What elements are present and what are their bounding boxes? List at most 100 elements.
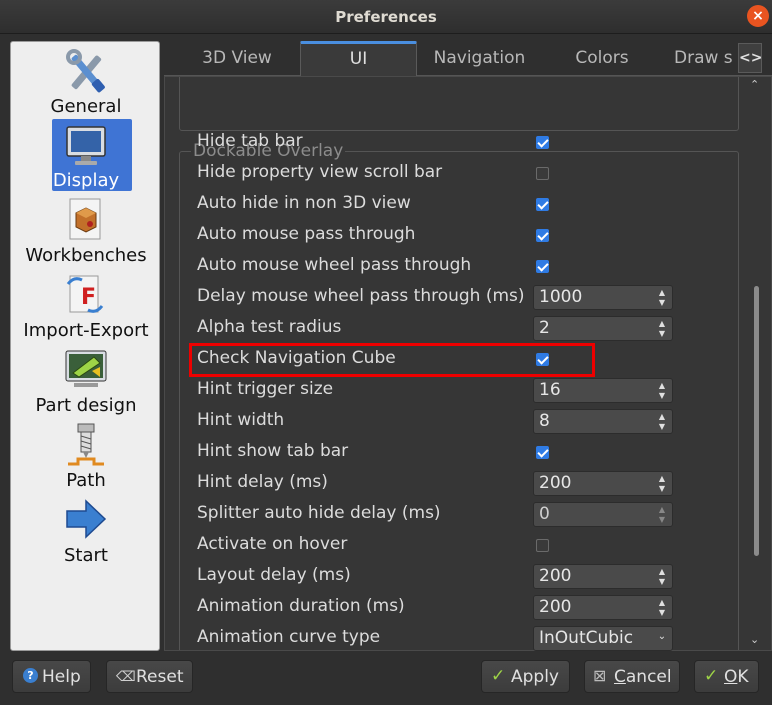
setting-label: Alpha test radius [197, 317, 342, 337]
setting-label: Hide property view scroll bar [197, 162, 443, 182]
tab-ui[interactable]: UI [300, 41, 417, 76]
setting-row-hide-scroll-bar: Hide property view scroll bar [197, 158, 717, 189]
tab-3d-view[interactable]: 3D View [174, 41, 300, 76]
previous-group-box [179, 77, 739, 131]
setting-label: Auto mouse wheel pass through [197, 255, 472, 275]
ok-mnemonic: O [724, 667, 738, 687]
spin-arrows-icon[interactable]: ▲ ▼ [657, 412, 667, 432]
spin-arrows-icon[interactable]: ▲ ▼ [657, 319, 667, 339]
sidebar-item-path[interactable]: Path [11, 418, 161, 492]
setting-label: Splitter auto hide delay (ms) [197, 503, 441, 523]
sidebar-item-general[interactable]: General [11, 44, 161, 118]
monitor-icon [66, 126, 106, 165]
vertical-scrollbar[interactable]: ⌃ ⌄ [746, 76, 766, 651]
spin-arrows-icon[interactable]: ▲ ▼ [657, 381, 667, 401]
sidebar-item-label: Part design [35, 395, 137, 416]
spin-arrows-icon[interactable]: ▲ ▼ [657, 474, 667, 494]
spinbox-value: 0 [539, 504, 550, 524]
ok-button[interactable]: ✓ OK [694, 660, 759, 693]
scroll-down-icon[interactable]: ⌄ [750, 633, 759, 646]
setting-row-hint-trigger-size: Hint trigger size 16 ▲ ▼ [197, 375, 717, 406]
highlight-annotation-box [189, 343, 595, 377]
help-icon: ? [23, 668, 38, 683]
spin-arrows-icon[interactable]: ▲ ▼ [657, 505, 667, 525]
sidebar-item-label: General [50, 96, 122, 117]
hint-width-spinbox[interactable]: 8 ▲ ▼ [533, 409, 673, 434]
spin-arrows-icon[interactable]: ▲ ▼ [657, 288, 667, 308]
setting-row-alpha-radius: Alpha test radius 2 ▲ ▼ [197, 313, 717, 344]
help-button[interactable]: ? Help [12, 660, 91, 693]
help-button-label: Help [42, 667, 81, 687]
activate-on-hover-checkbox[interactable] [536, 539, 549, 552]
tab-bar: 3D View UI Navigation Colors Draw s <> [164, 41, 772, 76]
setting-row-animation-duration: Animation duration (ms) 200 ▲ ▼ [197, 592, 717, 623]
check-icon: ✓ [704, 666, 719, 686]
setting-label: Hint trigger size [197, 379, 334, 399]
hint-show-tab-bar-checkbox[interactable] [536, 446, 549, 459]
setting-label: Layout delay (ms) [197, 565, 351, 585]
path-icon [68, 423, 104, 466]
scrollbar-thumb[interactable] [754, 286, 759, 556]
spinbox-value: 1000 [539, 287, 583, 307]
tab-colors[interactable]: Colors [542, 41, 662, 76]
spinbox-value: 200 [539, 597, 572, 617]
animation-duration-spinbox[interactable]: 200 ▲ ▼ [533, 595, 673, 620]
spinbox-value: 200 [539, 566, 572, 586]
layout-delay-spinbox[interactable]: 200 ▲ ▼ [533, 564, 673, 589]
animation-curve-combobox[interactable]: InOutCubic ⌄ [533, 626, 673, 651]
part-design-icon [65, 350, 107, 387]
hint-delay-spinbox[interactable]: 200 ▲ ▼ [533, 471, 673, 496]
setting-row-hint-delay: Hint delay (ms) 200 ▲ ▼ [197, 468, 717, 499]
spin-arrows-icon[interactable]: ▲ ▼ [657, 598, 667, 618]
cancel-button[interactable]: ⊠ Cancel [584, 660, 680, 693]
title-bar: Preferences × [0, 0, 772, 34]
sidebar-item-workbenches[interactable]: Workbenches [11, 193, 161, 267]
cancel-label-rest: ancel [625, 667, 672, 687]
sidebar-item-import-export[interactable]: F Import-Export [11, 268, 161, 342]
hide-tab-bar-checkbox[interactable] [536, 136, 549, 149]
spinbox-value: 16 [539, 380, 561, 400]
chevron-down-icon[interactable]: ⌄ [657, 632, 667, 642]
setting-label: Auto hide in non 3D view [197, 193, 411, 213]
window-title: Preferences [335, 8, 437, 26]
setting-row-wheel-delay: Delay mouse wheel pass through (ms) 1000… [197, 282, 717, 313]
spin-arrows-icon[interactable]: ▲ ▼ [657, 567, 667, 587]
auto-wheel-pass-checkbox[interactable] [536, 260, 549, 273]
import-export-icon: F [66, 275, 104, 313]
hint-trigger-size-spinbox[interactable]: 16 ▲ ▼ [533, 378, 673, 403]
backspace-icon: ⌫ [116, 669, 136, 685]
setting-label: Hint show tab bar [197, 441, 349, 461]
arrow-right-icon [66, 499, 107, 539]
splitter-delay-spinbox[interactable]: 0 ▲ ▼ [533, 502, 673, 527]
setting-row-activate-on-hover: Activate on hover [197, 530, 717, 561]
setting-label: Animation duration (ms) [197, 596, 405, 616]
tab-draw-style[interactable]: Draw s [662, 41, 744, 76]
reset-button[interactable]: ⌫ Reset [106, 660, 193, 693]
setting-row-auto-wheel-pass: Auto mouse wheel pass through [197, 251, 717, 282]
close-button[interactable]: × [747, 5, 769, 27]
apply-button-label: Apply [511, 667, 559, 687]
setting-label: Activate on hover [197, 534, 348, 554]
setting-label: Delay mouse wheel pass through (ms) [197, 286, 525, 306]
spinbox-value: 2 [539, 318, 550, 338]
ok-label-rest: K [737, 667, 749, 687]
setting-row-hide-tab-bar: Hide tab bar [197, 127, 717, 158]
setting-label: Hint delay (ms) [197, 472, 328, 492]
tools-icon [66, 49, 105, 93]
setting-row-auto-mouse-pass: Auto mouse pass through [197, 220, 717, 251]
wheel-delay-spinbox[interactable]: 1000 ▲ ▼ [533, 285, 673, 310]
sidebar-item-start[interactable]: Start [11, 493, 161, 567]
sidebar-item-display[interactable]: Display [11, 118, 161, 192]
setting-label: Auto mouse pass through [197, 224, 416, 244]
tab-navigation[interactable]: Navigation [417, 41, 542, 76]
setting-label: Hint width [197, 410, 285, 430]
hide-scroll-bar-checkbox[interactable] [536, 167, 549, 180]
tab-scroll-arrows[interactable]: <> [738, 43, 762, 73]
auto-hide-checkbox[interactable] [536, 198, 549, 211]
spinbox-value: 200 [539, 473, 572, 493]
alpha-radius-spinbox[interactable]: 2 ▲ ▼ [533, 316, 673, 341]
scroll-up-icon[interactable]: ⌃ [750, 78, 759, 91]
auto-mouse-pass-checkbox[interactable] [536, 229, 549, 242]
apply-button[interactable]: ✓ Apply [481, 660, 570, 693]
sidebar-item-part-design[interactable]: Part design [11, 343, 161, 417]
